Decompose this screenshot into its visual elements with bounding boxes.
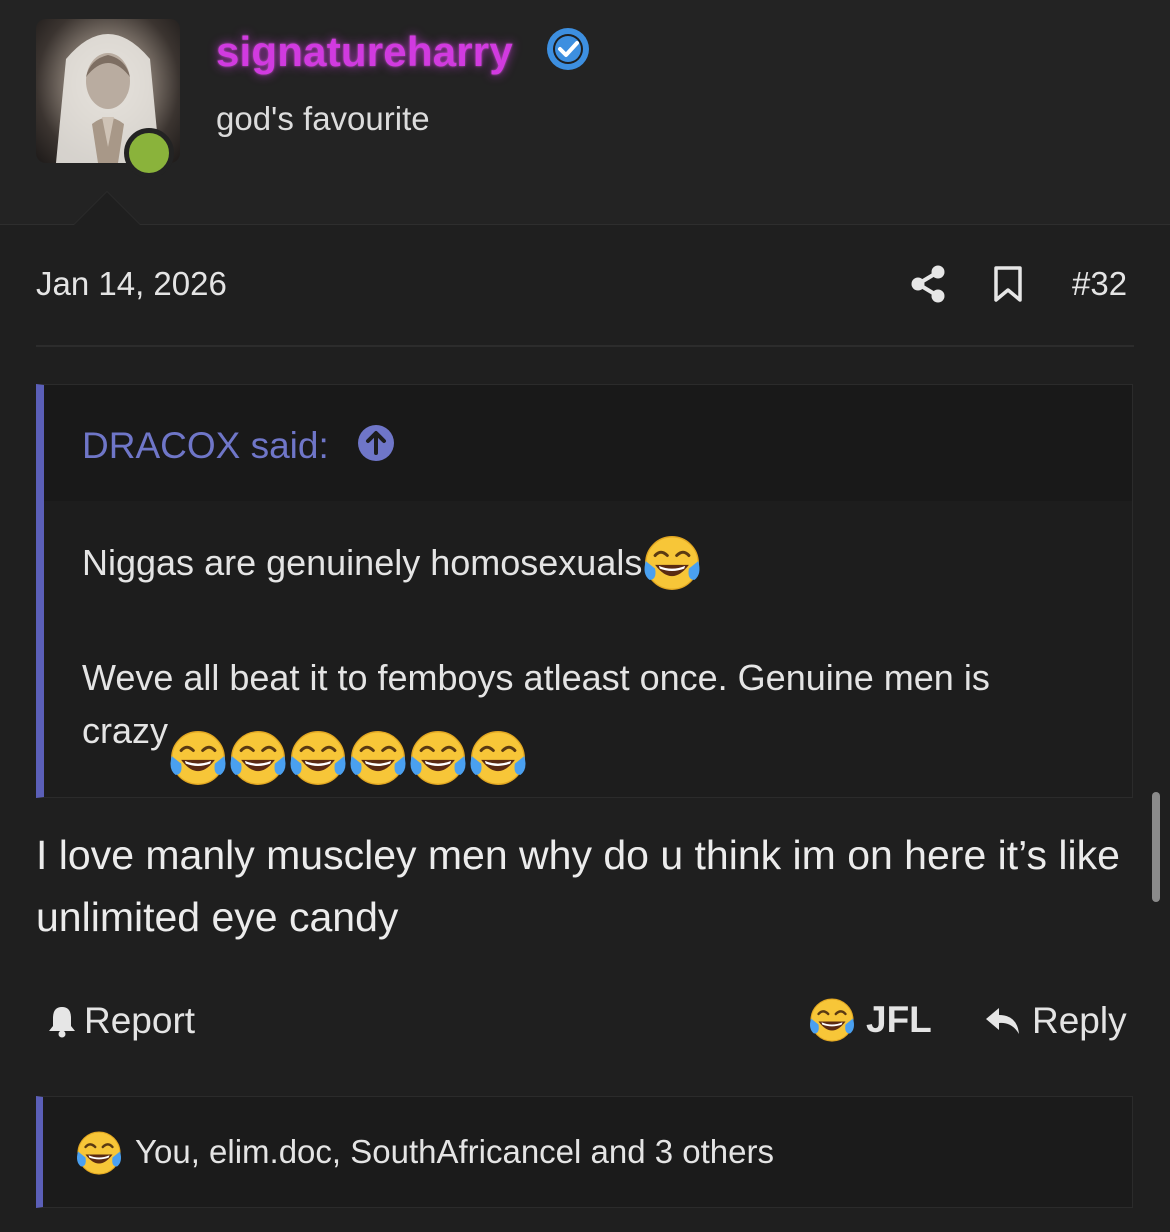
username[interactable]: signatureharry (216, 28, 513, 76)
header-pointer (74, 192, 140, 225)
crying-laughing-emoji (75, 1129, 123, 1177)
post-date[interactable]: Jan 14, 2026 (36, 265, 227, 303)
crying-laughing-emoji (408, 728, 468, 788)
crying-laughing-emoji (808, 996, 856, 1044)
share-icon[interactable] (910, 265, 946, 303)
reply-label: Reply (1032, 1000, 1127, 1041)
report-label: Report (84, 1000, 196, 1041)
quote-block: DRACOX said: Niggas are genuinely homose… (36, 384, 1133, 798)
divider (36, 345, 1134, 347)
user-title: god's favourite (216, 100, 430, 137)
reactions-summary[interactable]: You, elim.doc, SouthAfricancel and 3 oth… (36, 1096, 1133, 1208)
report-button[interactable]: Report (46, 1000, 195, 1042)
crying-laughing-emoji (642, 533, 702, 593)
quote-text-1: Niggas are genuinely homosexuals (82, 542, 643, 583)
crying-laughing-emoji (288, 728, 348, 788)
quote-text-2: Weve all beat it to femboys atleast once… (82, 657, 990, 698)
crying-laughing-emoji (348, 728, 408, 788)
bell-icon (49, 1007, 75, 1038)
crying-laughing-emoji (468, 728, 528, 788)
quote-line-1: Niggas are genuinely homosexuals (82, 533, 702, 593)
quote-line-3: crazy (82, 710, 528, 788)
reply-icon (986, 1008, 1019, 1034)
crying-laughing-emoji (168, 728, 228, 788)
reply-button[interactable]: Reply (984, 1000, 1127, 1042)
reaction-button[interactable]: JFL (808, 996, 932, 1044)
post-message: I love manly muscley men why do u think … (36, 832, 1120, 940)
quote-author[interactable]: DRACOX said: (82, 425, 329, 467)
arrow-up-icon[interactable] (356, 423, 396, 463)
quote-text-3: crazy (82, 710, 169, 751)
crying-laughing-emoji (228, 728, 288, 788)
post-number[interactable]: #32 (1072, 265, 1127, 303)
emoji-row (168, 728, 528, 788)
scrollbar[interactable] (1152, 792, 1160, 902)
reaction-label: JFL (866, 999, 932, 1040)
reactions-summary-text: You, elim.doc, SouthAfricancel and 3 oth… (135, 1133, 775, 1170)
verified-icon (547, 28, 589, 70)
bookmark-icon[interactable] (993, 266, 1023, 302)
online-status-indicator (124, 128, 174, 178)
